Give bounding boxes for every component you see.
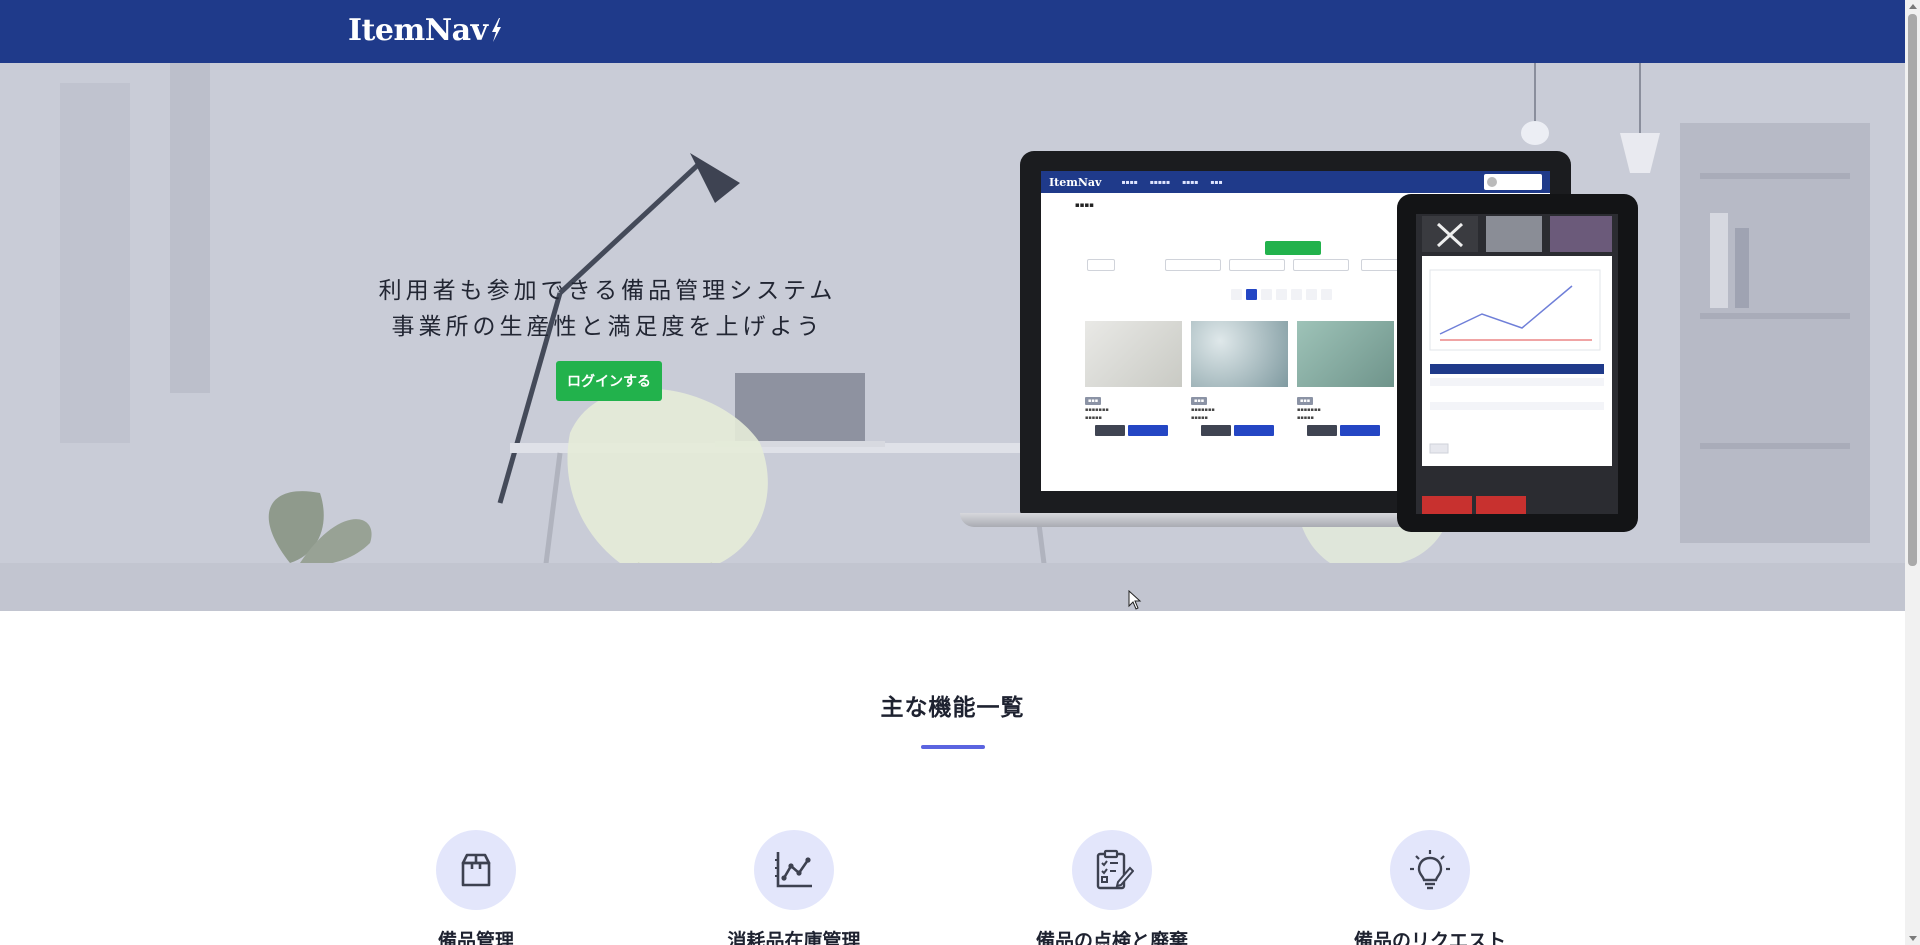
- clipboard-checklist-icon: [1096, 849, 1134, 890]
- mockup-item-buttons: [1297, 425, 1394, 436]
- mockup-add-button: [1265, 241, 1321, 255]
- mockup-user-menu: [1484, 174, 1542, 190]
- mockup-nav-item: ▪▪▪▪: [1182, 178, 1199, 186]
- mouse-cursor-icon: [1128, 590, 1142, 610]
- mockup-filter: [1361, 259, 1401, 271]
- feature-icon-circle: [754, 830, 834, 910]
- top-navbar: ItemNav: [0, 0, 1905, 63]
- line-chart-icon: [775, 852, 812, 888]
- logo-lightning-icon: [491, 18, 501, 42]
- mockup-page-active: [1246, 289, 1257, 300]
- scroll-down-arrow-icon[interactable]: [1909, 936, 1917, 941]
- mockup-item-text: ▪▪▪▪▪▪▪: [1297, 407, 1321, 413]
- mockup-item-buttons: [1085, 425, 1182, 436]
- tablet-bottom-cards: [1422, 496, 1526, 514]
- mockup-filter: [1293, 259, 1349, 271]
- mockup-item-card: ▪▪▪ ▪▪▪▪▪▪▪ ▪▪▪▪▪: [1297, 321, 1394, 455]
- mockup-item-text: ▪▪▪▪▪: [1191, 415, 1208, 421]
- hero-headline-line2: 事業所の生産性と満足度を上げよう: [391, 314, 824, 340]
- feature-icon-circle: [1072, 830, 1152, 910]
- tablet-chart-dialog: [1422, 256, 1612, 466]
- mockup-page: [1261, 289, 1272, 300]
- mockup-filter: [1229, 259, 1285, 271]
- mockup-page: [1276, 289, 1287, 300]
- mockup-item-text: ▪▪▪▪▪: [1085, 415, 1102, 421]
- feature-item-consumables: 消耗品在庫管理: [704, 830, 884, 945]
- mockup-item-tag: ▪▪▪: [1085, 397, 1102, 405]
- feature-label: 備品のリクエスト: [1353, 930, 1506, 945]
- scrollbar-thumb[interactable]: [1908, 14, 1917, 566]
- mockup-avatar: [1487, 177, 1497, 187]
- feature-item-request: 備品のリクエスト: [1340, 830, 1520, 945]
- mockup-item-buttons: [1191, 425, 1288, 436]
- mockup-item-photo: [1191, 321, 1288, 387]
- login-button[interactable]: ログインする: [556, 361, 662, 401]
- mockup-nav-item: ▪▪▪: [1210, 178, 1223, 186]
- mockup-item-text: ▪▪▪▪▪: [1297, 415, 1314, 421]
- logo[interactable]: ItemNav: [348, 10, 502, 50]
- scroll-up-arrow-icon[interactable]: [1909, 4, 1917, 9]
- mockup-item-text: ▪▪▪▪▪▪▪: [1191, 407, 1215, 413]
- mockup-page: [1306, 289, 1317, 300]
- tablet-screen: [1416, 214, 1618, 514]
- features-title-underline: [921, 745, 985, 749]
- mockup-item-tag: ▪▪▪: [1191, 397, 1208, 405]
- feature-icon-circle: [1390, 830, 1470, 910]
- mockup-page: [1231, 289, 1242, 300]
- mockup-page: [1321, 289, 1332, 300]
- tablet-thumbnails: [1422, 216, 1612, 252]
- mockup-item-photo: [1297, 321, 1394, 387]
- mockup-item-text: ▪▪▪▪▪▪▪: [1085, 407, 1109, 413]
- mockup-page: [1291, 289, 1302, 300]
- feature-label: 備品の点検と廃棄: [1035, 930, 1188, 945]
- page: ItemNav 利用者も参加できる備品管理システム 事業所の生産性と満足度を上げ…: [0, 0, 1905, 945]
- mockup-item-card: ▪▪▪ ▪▪▪▪▪▪▪ ▪▪▪▪▪: [1085, 321, 1182, 455]
- box-icon: [461, 853, 491, 887]
- mockup-item-tag: ▪▪▪: [1297, 397, 1314, 405]
- feature-icon-circle: [436, 830, 516, 910]
- tablet-mockup-image: [1397, 194, 1638, 532]
- mockup-nav-item: ▪▪▪▪▪: [1149, 178, 1171, 186]
- tablet-line-chart: [1429, 269, 1604, 454]
- feature-label: 消耗品在庫管理: [727, 930, 861, 945]
- features-title: 主な機能一覧: [880, 695, 1025, 721]
- page-scrollbar[interactable]: [1905, 0, 1920, 945]
- mockup-filter: [1087, 259, 1115, 271]
- mockup-pagination: [1231, 289, 1332, 300]
- hero-headline: 利用者も参加できる備品管理システム 事業所の生産性と満足度を上げよう: [340, 273, 875, 345]
- hero-section: 利用者も参加できる備品管理システム 事業所の生産性と満足度を上げよう ログインす…: [0, 63, 1905, 611]
- mockup-filter: [1165, 259, 1221, 271]
- hero-headline-line1: 利用者も参加できる備品管理システム: [378, 278, 837, 304]
- mockup-item-photo: [1085, 321, 1182, 387]
- logo-text: ItemNav: [348, 12, 488, 48]
- mockup-logo: ItemNav: [1049, 175, 1102, 189]
- mockup-nav-item: ▪▪▪▪: [1121, 178, 1138, 186]
- lightbulb-icon: [1410, 850, 1450, 890]
- feature-label: 備品管理: [437, 930, 514, 945]
- mockup-navbar: ItemNav ▪▪▪▪ ▪▪▪▪▪ ▪▪▪▪ ▪▪▪: [1041, 171, 1550, 193]
- mockup-item-card: ▪▪▪ ▪▪▪▪▪▪▪ ▪▪▪▪▪: [1191, 321, 1288, 455]
- feature-item-equipment: 備品管理: [386, 830, 566, 945]
- feature-item-inspection: 備品の点検と廃棄: [1022, 830, 1202, 945]
- laptop-base: [960, 513, 1420, 527]
